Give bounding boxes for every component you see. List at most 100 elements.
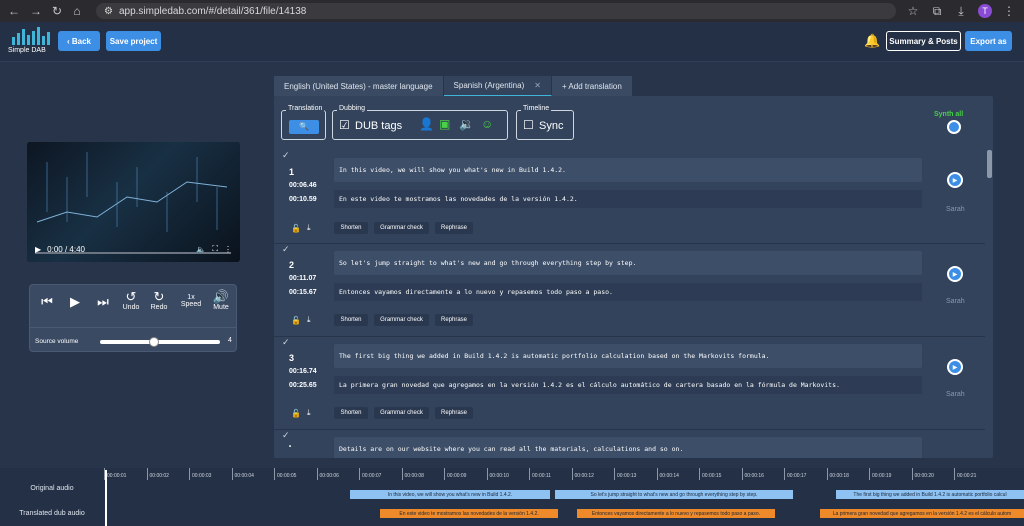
segment-check-icon[interactable]: ✓ (282, 150, 290, 161)
redo-button[interactable]: ↻ Redo (148, 290, 170, 312)
fullscreen-icon[interactable]: ⛶ (212, 244, 218, 254)
segment-play-button[interactable]: ▶ (947, 172, 963, 188)
lock-icon[interactable]: 🔓 (291, 409, 301, 418)
tab-english-master[interactable]: English (United States) - master languag… (274, 76, 444, 96)
menu-dots-icon[interactable]: ⋮ (1002, 4, 1016, 18)
export-as-button[interactable]: Export as (965, 31, 1012, 51)
source-text[interactable]: In this video, we will show you what's n… (334, 158, 922, 182)
segment-row-1: ✓ 1 00:06.46 00:10.59 In this video, we … (274, 150, 985, 244)
sync-checkbox[interactable]: ☐ (523, 118, 534, 132)
skip-back-icon: ⏮ (41, 294, 53, 309)
site-info-icon[interactable]: ⚙ (104, 6, 113, 17)
editor-scrollbar[interactable] (987, 150, 992, 178)
segment-number: • (289, 444, 292, 450)
segment-play-button[interactable]: ▶ (947, 359, 963, 375)
segment-row-4: ✓ • Details are on our website where you… (274, 430, 985, 458)
undo-button[interactable]: ↺ Undo (120, 290, 142, 312)
original-clip[interactable]: So let's jump straight to what's new and… (555, 490, 793, 499)
source-text[interactable]: The first big thing we added in Build 1.… (334, 344, 922, 368)
video-play-icon[interactable]: ▶ (35, 245, 41, 254)
source-volume-label: Source volume (35, 338, 79, 345)
segment-start: 00:11.07 (289, 275, 317, 282)
lock-icon[interactable]: 🔓 (291, 224, 301, 233)
shorten-button[interactable]: Shorten (334, 222, 368, 234)
browser-toolbar: ← → ↻ ⌂ ⚙ app.simpledab.com/#/detail/361… (0, 0, 1024, 22)
play-button[interactable]: ▶ (66, 295, 84, 309)
source-volume-slider[interactable] (100, 337, 220, 347)
synth-all-button[interactable] (947, 120, 961, 134)
rephrase-button[interactable]: Rephrase (435, 314, 473, 326)
app-logo[interactable]: Simple DAB (8, 27, 58, 59)
speaker-icon: 🔊 (212, 289, 230, 304)
translated-text[interactable]: Entonces vayamos directamente a lo nuevo… (334, 283, 922, 301)
summary-posts-button[interactable]: Summary & Posts (886, 31, 961, 51)
grammar-check-button[interactable]: Grammar check (374, 222, 429, 234)
back-button[interactable]: ‹ Back (58, 31, 100, 51)
segment-check-icon[interactable]: ✓ (282, 430, 290, 441)
speed-label: Speed (180, 301, 202, 308)
download-segment-icon[interactable]: ⤓ (307, 223, 311, 233)
address-bar[interactable]: ⚙ app.simpledab.com/#/detail/361/file/14… (96, 3, 896, 19)
video-player[interactable]: ▶ 0:00 / 4:40 🔈 ⛶ ⋮ (27, 142, 240, 262)
notification-bell-icon[interactable]: 🔔 (864, 33, 880, 49)
skip-forward-button[interactable]: ⏭ (94, 295, 112, 309)
source-text[interactable]: Details are on our website where you can… (334, 437, 922, 458)
translated-clip[interactable]: La primera gran novedad que agregamos en… (820, 509, 1024, 518)
mute-label: Mute (213, 304, 229, 311)
logo-text: Simple DAB (8, 47, 46, 54)
forward-arrow-icon[interactable]: → (30, 4, 42, 18)
bookmark-star-icon[interactable]: ☆ (906, 4, 920, 18)
original-clip[interactable]: In this video, we will show you what's n… (350, 490, 550, 499)
translated-clip[interactable]: Entonces vayamos directamente a lo nuevo… (577, 509, 775, 518)
download-icon[interactable]: ⤓ (954, 4, 968, 19)
video-more-icon[interactable]: ⋮ (224, 245, 232, 254)
download-segment-icon[interactable]: ⤓ (307, 315, 311, 325)
grammar-check-button[interactable]: Grammar check (374, 407, 429, 419)
volume-icon[interactable]: 🔈 (196, 245, 206, 254)
rephrase-button[interactable]: Rephrase (435, 222, 473, 234)
shorten-button[interactable]: Shorten (334, 407, 368, 419)
volume-slider-knob[interactable] (149, 337, 159, 347)
back-arrow-icon[interactable]: ← (8, 4, 20, 18)
reload-icon[interactable]: ↻ (52, 4, 62, 18)
timeline-ruler[interactable]: 00:00:01 00:00:02 00:00:03 00:00:04 00:00:05… (104, 468, 1024, 480)
mute-button[interactable]: 🔊 Mute (210, 289, 232, 312)
segment-play-button[interactable]: ▶ (947, 266, 963, 282)
voice-head-green-icon[interactable]: ☺ (481, 117, 493, 131)
segment-check-icon[interactable]: ✓ (282, 337, 290, 348)
translated-text[interactable]: La primera gran novedad que agregamos en… (334, 376, 922, 394)
translate-search-button[interactable]: 🔍 (289, 120, 319, 134)
save-project-button[interactable]: Save project (106, 31, 161, 51)
voice-name: Sarah (946, 206, 965, 213)
translated-text[interactable]: En este video te mostramos las novedades… (334, 190, 922, 208)
original-clip[interactable]: The first big thing we added in Build 1.… (836, 490, 1024, 499)
speed-button[interactable]: 1x Speed (178, 294, 204, 308)
extensions-icon[interactable]: ⧉ (930, 4, 944, 19)
home-icon[interactable]: ⌂ (72, 4, 82, 18)
segment-number: 2 (289, 260, 295, 270)
shorten-button[interactable]: Shorten (334, 314, 368, 326)
timeline-tick-label: 00:00:02 (149, 473, 169, 479)
add-translation-tab[interactable]: + Add translation (551, 76, 633, 96)
volume-green-icon[interactable]: 🔉 (459, 117, 474, 131)
lock-icon[interactable]: 🔓 (291, 316, 301, 325)
playhead-cursor[interactable] (105, 470, 107, 526)
source-text[interactable]: So let's jump straight to what's new and… (334, 251, 922, 275)
timeline-tick: 00:00:21 (954, 468, 976, 480)
dub-tags-checkbox-icon[interactable]: ☑ (339, 118, 350, 132)
video-play-green-icon[interactable]: ▣ (439, 117, 450, 131)
segment-check-icon[interactable]: ✓ (282, 244, 290, 255)
tab-spanish-argentina[interactable]: Spanish (Argentina) ✕ (443, 76, 552, 96)
rephrase-button[interactable]: Rephrase (435, 407, 473, 419)
profile-avatar[interactable]: T (978, 4, 992, 18)
grammar-check-button[interactable]: Grammar check (374, 314, 429, 326)
translated-clip[interactable]: En este video te mostramos las novedades… (380, 509, 558, 518)
timeline-tick-label: 00:00:14 (659, 473, 679, 479)
download-segment-icon[interactable]: ⤓ (307, 408, 311, 418)
close-tab-icon[interactable]: ✕ (534, 81, 541, 90)
timeline-tick-label: 00:00:19 (872, 473, 892, 479)
speaker-person-icon[interactable]: 👤 (419, 117, 434, 131)
dubbing-group: Dubbing ☑ DUB tags 👤 ▣ 🔉 ☺ (332, 105, 508, 140)
skip-back-button[interactable]: ⏮ (38, 295, 56, 309)
dub-tags-label: DUB tags (355, 120, 403, 132)
